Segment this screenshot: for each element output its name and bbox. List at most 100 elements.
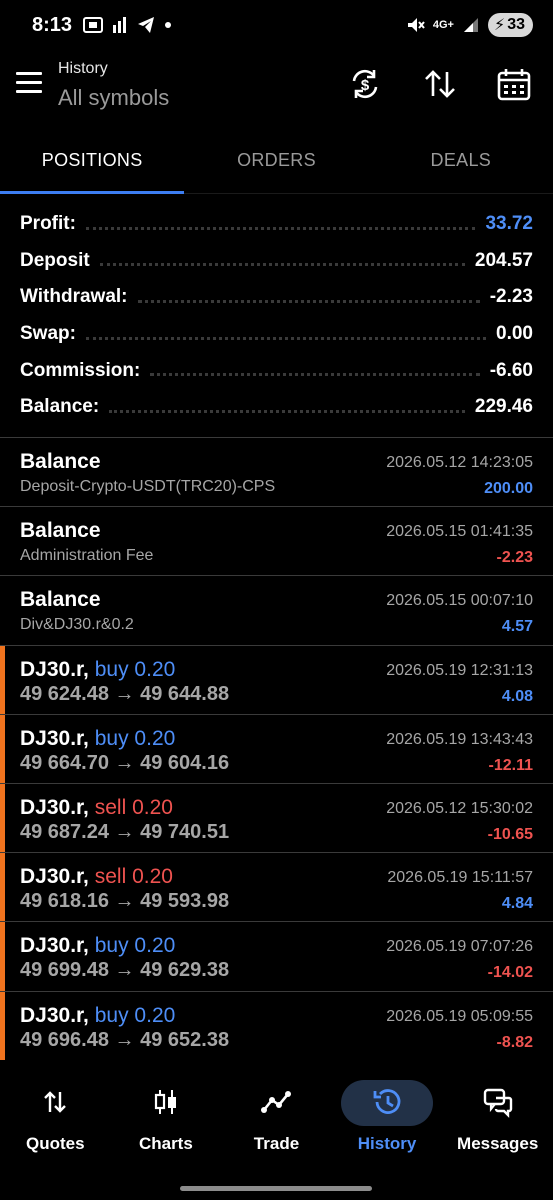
position-marker <box>0 645 5 714</box>
candlestick-icon <box>154 1090 176 1114</box>
row-title: Balance <box>20 519 101 543</box>
bottom-navigation: Quotes Charts Trade History Messages <box>0 1072 553 1172</box>
nav-trade[interactable]: Trade <box>221 1072 332 1172</box>
home-indicator[interactable] <box>180 1186 372 1191</box>
position-side: sell 0.20 <box>94 795 173 819</box>
position-symbol: DJ30.r, <box>20 726 89 750</box>
currency-exchange-icon[interactable]: $ <box>347 66 383 102</box>
position-symbol: DJ30.r, <box>20 1003 89 1027</box>
balance-row[interactable]: Balance Div&DJ30.r&0.2 2026.05.15 00:07:… <box>0 575 553 644</box>
position-title: DJ30.r, buy 0.20 <box>20 934 175 958</box>
position-side: buy 0.20 <box>94 657 176 681</box>
position-title: DJ30.r, buy 0.20 <box>20 658 175 682</box>
position-row[interactable]: DJ30.r, sell 0.20 49 687.24 → 49 740.51 … <box>0 782 553 853</box>
dot-icon <box>165 22 171 28</box>
position-symbol: DJ30.r, <box>20 865 89 889</box>
summary-deposit: Deposit 204.57 <box>0 243 553 280</box>
summary-withdrawal: Withdrawal: -2.23 <box>0 279 553 316</box>
position-prices: 49 624.48 → 49 644.88 <box>20 682 230 705</box>
row-amount: 200.00 <box>484 480 533 497</box>
summary-value: 33.72 <box>485 213 533 235</box>
nav-messages[interactable]: Messages <box>442 1072 553 1172</box>
row-date: 2026.05.19 15:11:57 <box>387 869 533 887</box>
position-row[interactable]: DJ30.r, sell 0.20 49 618.16 → 49 593.98 … <box>0 852 553 922</box>
summary-value: -2.23 <box>489 286 533 308</box>
row-title: Balance <box>20 450 101 473</box>
row-title: Balance <box>20 588 101 612</box>
row-comment: Deposit-Crypto-USDT(TRC20)-CPS <box>20 478 276 495</box>
summary-label: Balance: <box>20 396 100 418</box>
symbol-filter[interactable]: All symbols <box>58 85 169 111</box>
nav-label: Trade <box>253 1134 300 1153</box>
menu-icon[interactable] <box>16 72 42 94</box>
position-row[interactable]: DJ30.r, buy 0.20 49 624.48 → 49 644.88 2… <box>0 644 553 714</box>
position-row[interactable]: DJ30.r, buy 0.20 49 699.48 → 49 629.38 2… <box>0 921 553 991</box>
summary-value: 204.57 <box>474 249 533 271</box>
summary-profit: Profit: 33.72 <box>0 206 553 243</box>
balance-row[interactable]: Balance Administration Fee 2026.05.15 01… <box>0 506 553 575</box>
nav-charts[interactable]: Charts <box>111 1072 222 1172</box>
trade-line-icon <box>261 1091 292 1113</box>
status-notification-icons <box>82 15 172 35</box>
nav-label: Messages <box>457 1134 539 1153</box>
row-amount: -14.02 <box>487 964 533 982</box>
sort-icon[interactable] <box>422 66 458 102</box>
status-bar: 8:13 4G+ ⚡ 33 <box>0 0 553 52</box>
history-summary: Profit: 33.72 Deposit 204.57 Withdrawal:… <box>0 206 553 426</box>
history-clock-icon <box>373 1089 401 1114</box>
history-list: Balance Deposit-Crypto-USDT(TRC20)-CPS 2… <box>0 437 553 1060</box>
history-tabs: POSITIONS ORDERS DEALS <box>0 136 553 194</box>
row-date: 2026.05.19 07:07:26 <box>386 938 533 956</box>
screenshot-icon <box>83 17 103 33</box>
summary-value: -6.60 <box>489 359 533 381</box>
position-row[interactable]: DJ30.r, buy 0.20 49 664.70 → 49 604.16 2… <box>0 713 553 783</box>
mute-icon <box>407 18 425 32</box>
nav-history[interactable]: History <box>332 1072 443 1172</box>
network-type-label: 4G+ <box>432 19 454 31</box>
row-date: 2026.05.15 00:07:10 <box>386 592 533 610</box>
battery-level: 33 <box>507 16 525 33</box>
position-prices: 49 618.16 → 49 593.98 <box>20 890 230 913</box>
summary-commission: Commission: -6.60 <box>0 352 553 389</box>
telegram-icon <box>138 17 154 33</box>
position-title: DJ30.r, sell 0.20 <box>20 796 173 820</box>
position-prices: 49 696.48 → 49 652.38 <box>20 1028 230 1051</box>
tab-deals[interactable]: DEALS <box>369 136 553 193</box>
row-amount: -10.65 <box>487 825 533 843</box>
position-side: buy 0.20 <box>94 726 176 750</box>
cell-signal-icon <box>463 18 478 32</box>
row-date: 2026.05.15 01:41:35 <box>386 523 533 541</box>
position-symbol: DJ30.r, <box>20 795 89 819</box>
status-time: 8:13 <box>32 14 73 36</box>
chat-bubbles-icon <box>483 1088 512 1118</box>
page-title: History <box>58 60 108 77</box>
row-amount: 4.84 <box>501 895 533 913</box>
app-header: History All symbols $ <box>0 52 553 124</box>
position-row[interactable]: DJ30.r, buy 0.20 49 696.48 → 49 652.38 2… <box>0 990 553 1060</box>
position-prices: 49 699.48 → 49 629.38 <box>20 959 230 982</box>
tab-positions[interactable]: POSITIONS <box>0 136 185 194</box>
nav-quotes[interactable]: Quotes <box>0 1072 111 1172</box>
position-marker <box>0 991 5 1060</box>
calendar-icon[interactable] <box>496 66 532 102</box>
balance-row[interactable]: Balance Deposit-Crypto-USDT(TRC20)-CPS 2… <box>0 437 553 506</box>
svg-text:$: $ <box>361 77 370 94</box>
quotes-arrows-icon <box>44 1091 67 1113</box>
battery-indicator: ⚡ 33 <box>487 13 533 37</box>
position-symbol: DJ30.r, <box>20 934 89 958</box>
row-date: 2026.05.12 14:23:05 <box>386 454 533 471</box>
nav-label: Charts <box>138 1134 193 1153</box>
position-side: buy 0.20 <box>94 934 176 958</box>
position-prices: 49 687.24 → 49 740.51 <box>20 820 230 843</box>
signal-bars-icon <box>113 17 126 33</box>
summary-label: Withdrawal: <box>20 286 128 308</box>
position-marker <box>0 853 5 922</box>
summary-swap: Swap: 0.00 <box>0 316 553 353</box>
position-marker <box>0 922 5 991</box>
position-side: sell 0.20 <box>94 865 173 889</box>
position-title: DJ30.r, buy 0.20 <box>20 1004 175 1028</box>
summary-label: Swap: <box>20 323 76 345</box>
position-marker <box>0 714 5 783</box>
row-date: 2026.05.19 12:31:13 <box>386 661 533 679</box>
tab-orders[interactable]: ORDERS <box>184 136 368 193</box>
